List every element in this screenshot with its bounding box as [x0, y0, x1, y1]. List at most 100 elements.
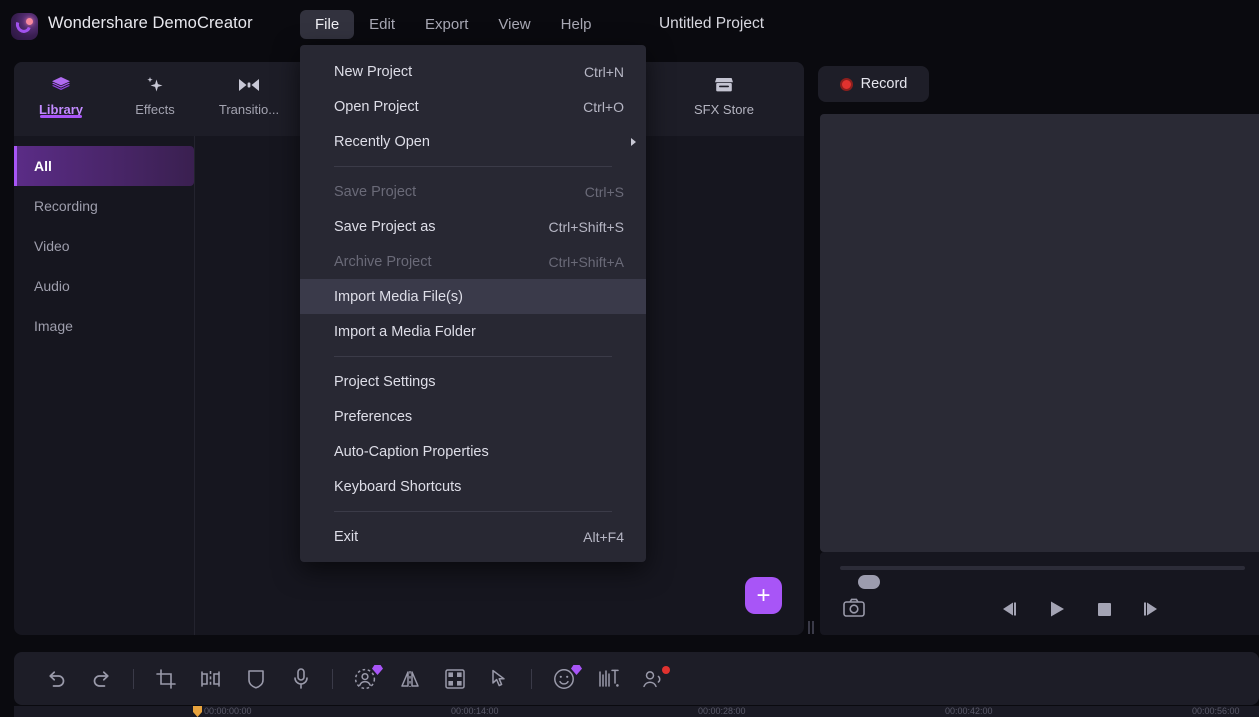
- player-control-bar: [820, 552, 1259, 635]
- category-recording-label: Recording: [34, 198, 98, 214]
- category-image-label: Image: [34, 318, 73, 334]
- stop-button[interactable]: [1097, 602, 1112, 617]
- toolbar-divider-2: [332, 668, 333, 689]
- ai-avatar-button[interactable]: [342, 652, 387, 705]
- mosaic-icon: [444, 668, 465, 689]
- ai-denoise-button[interactable]: [631, 652, 676, 705]
- tab-transitions-label: Transitio...: [218, 102, 280, 117]
- menu-help[interactable]: Help: [546, 10, 607, 39]
- cursor-pointer-icon: [491, 669, 505, 686]
- mirror-flip-icon: [400, 670, 419, 687]
- cursor-effects-button[interactable]: [477, 652, 522, 705]
- plus-icon: +: [756, 581, 771, 609]
- record-button[interactable]: Record: [818, 66, 929, 102]
- crop-button[interactable]: [143, 652, 188, 705]
- category-list: All Recording Video Audio Image: [14, 136, 195, 635]
- menu-item-open-project-accel: Ctrl+O: [583, 98, 624, 115]
- democreator-logo-icon: [11, 13, 38, 40]
- timecode-label: 00:00:56:00: [1192, 706, 1240, 716]
- play-button[interactable]: [1048, 600, 1066, 618]
- transport-controls: [1000, 596, 1160, 622]
- category-audio[interactable]: Audio: [14, 266, 194, 306]
- menu-item-recently-open-label: Recently Open: [334, 133, 430, 150]
- tab-transitions[interactable]: Transitio...: [202, 62, 296, 117]
- menu-item-import-media-folder[interactable]: Import a Media Folder: [300, 314, 646, 349]
- undo-icon: [49, 670, 65, 687]
- category-video-label: Video: [34, 238, 70, 254]
- playhead-marker[interactable]: [193, 706, 202, 717]
- toolbar-tool-group: [34, 652, 676, 705]
- redo-button[interactable]: [79, 652, 124, 705]
- menu-item-recently-open[interactable]: Recently Open: [300, 124, 646, 159]
- menu-item-open-project[interactable]: Open Project Ctrl+O: [300, 89, 646, 124]
- mosaic-button[interactable]: [432, 652, 477, 705]
- menu-file[interactable]: File: [300, 10, 355, 39]
- menu-item-import-media-files[interactable]: Import Media File(s): [300, 279, 646, 314]
- split-button[interactable]: [188, 652, 233, 705]
- mirror-button[interactable]: [387, 652, 432, 705]
- sticker-button[interactable]: [541, 652, 586, 705]
- menu-item-keyboard-shortcuts-label: Keyboard Shortcuts: [334, 478, 462, 495]
- tab-sfx-store[interactable]: SFX Store: [674, 62, 774, 136]
- menu-item-project-settings-label: Project Settings: [334, 373, 436, 390]
- menu-item-auto-caption-properties[interactable]: Auto-Caption Properties: [300, 434, 646, 469]
- preview-canvas[interactable]: [820, 114, 1259, 552]
- menu-item-save-project-accel: Ctrl+S: [584, 183, 624, 200]
- menu-item-exit[interactable]: Exit Alt+F4: [300, 519, 646, 554]
- prev-frame-button[interactable]: [1000, 601, 1018, 617]
- menu-item-save-project-as-label: Save Project as: [334, 218, 436, 235]
- menu-item-save-project-as-accel: Ctrl+Shift+S: [548, 218, 624, 235]
- menu-view[interactable]: View: [483, 10, 545, 39]
- tab-effects[interactable]: Effects: [108, 62, 202, 117]
- menu-item-exit-label: Exit: [334, 528, 359, 545]
- menu-bar: File Edit Export View Help: [300, 10, 607, 39]
- menu-item-save-project-label: Save Project: [334, 183, 417, 200]
- category-image[interactable]: Image: [14, 306, 194, 346]
- transition-icon: [202, 74, 296, 96]
- mask-button[interactable]: [233, 652, 278, 705]
- menu-item-import-media-files-label: Import Media File(s): [334, 288, 463, 305]
- file-menu-dropdown: New Project Ctrl+N Open Project Ctrl+O R…: [300, 45, 646, 562]
- menu-item-preferences[interactable]: Preferences: [300, 399, 646, 434]
- record-button-label: Record: [860, 76, 908, 92]
- auto-caption-button[interactable]: [586, 652, 631, 705]
- redo-icon: [93, 670, 109, 687]
- store-icon: [674, 74, 774, 96]
- step-backward-icon: [1003, 602, 1016, 616]
- shield-mask-icon: [247, 669, 264, 689]
- split-icon: [201, 670, 220, 687]
- app-name-label: Wondershare DemoCreator: [48, 14, 253, 32]
- menu-item-new-project[interactable]: New Project Ctrl+N: [300, 54, 646, 89]
- snapshot-button[interactable]: [843, 598, 865, 617]
- menu-export[interactable]: Export: [410, 10, 483, 39]
- menu-item-auto-caption-properties-label: Auto-Caption Properties: [334, 443, 489, 460]
- menu-item-save-project-as[interactable]: Save Project as Ctrl+Shift+S: [300, 209, 646, 244]
- next-frame-button[interactable]: [1142, 601, 1160, 617]
- voiceover-button[interactable]: [278, 652, 323, 705]
- category-video[interactable]: Video: [14, 226, 194, 266]
- menu-item-keyboard-shortcuts[interactable]: Keyboard Shortcuts: [300, 469, 646, 504]
- seek-slider-knob[interactable]: [858, 575, 880, 589]
- menu-item-project-settings[interactable]: Project Settings: [300, 364, 646, 399]
- menu-item-archive-project-label: Archive Project: [334, 253, 432, 270]
- tab-effects-label: Effects: [135, 102, 175, 117]
- layers-icon: [14, 74, 108, 96]
- timecode-label: 00:00:00:00: [204, 706, 252, 716]
- add-media-button[interactable]: +: [745, 577, 782, 614]
- timeline-ruler[interactable]: 00:00:00:00 00:00:14:00 00:00:28:00 00:0…: [14, 706, 1259, 717]
- panel-resize-handle[interactable]: [806, 618, 815, 636]
- category-recording[interactable]: Recording: [14, 186, 194, 226]
- menu-item-exit-accel: Alt+F4: [583, 528, 624, 545]
- category-all[interactable]: All: [14, 146, 194, 186]
- seek-slider-track[interactable]: [840, 566, 1245, 589]
- sparkle-icon: [108, 74, 202, 96]
- stop-icon: [1097, 602, 1111, 616]
- menu-separator-3: [334, 511, 612, 512]
- timecode-label: 00:00:28:00: [698, 706, 746, 716]
- undo-button[interactable]: [34, 652, 79, 705]
- step-forward-icon: [1143, 602, 1157, 616]
- menu-item-archive-project: Archive Project Ctrl+Shift+A: [300, 244, 646, 279]
- menu-edit[interactable]: Edit: [354, 10, 410, 39]
- menu-item-new-project-accel: Ctrl+N: [583, 63, 624, 80]
- tab-library[interactable]: Library: [14, 62, 108, 118]
